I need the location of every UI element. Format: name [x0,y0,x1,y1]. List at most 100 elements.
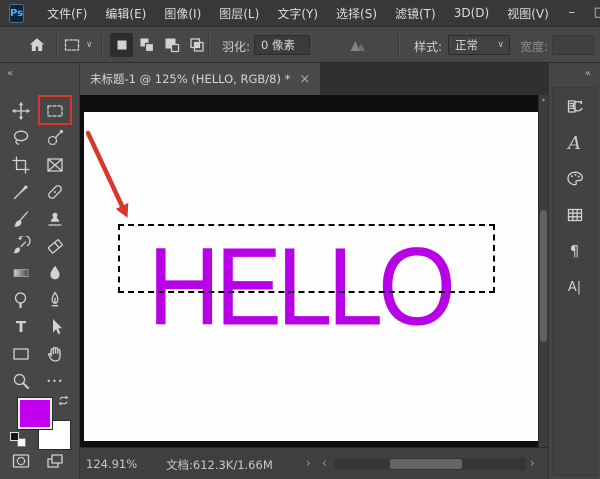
menu-image[interactable]: 图像(I) [155,5,210,22]
screen-mode-button[interactable] [42,449,68,473]
tool-preset-picker[interactable]: ∨ [62,35,93,55]
vertical-scrollbar-thumb[interactable] [540,210,547,342]
menu-view[interactable]: 视图(V) [498,5,558,22]
horizontal-scrollbar-thumb[interactable] [390,459,462,469]
edit-toolbar-button[interactable]: ••• [42,369,68,393]
marquee-icon [45,101,65,121]
eyedropper-icon [11,182,31,202]
zoom-level-field[interactable]: 124.91% [86,457,137,471]
menu-edit[interactable]: 编辑(E) [96,5,155,22]
toolbox-collapse-button[interactable]: « [7,68,14,79]
canvas-viewport: HELLO ▴ [80,95,548,447]
crop-tool[interactable] [8,153,34,177]
menu-type[interactable]: 文字(Y) [268,5,327,22]
eraser-icon [45,236,65,256]
menu-select[interactable]: 选择(S) [327,5,386,22]
style-select[interactable]: 正常 ∨ [448,35,510,55]
style-value: 正常 [455,36,478,54]
lasso-tool[interactable] [8,126,34,150]
scroll-left-icon[interactable]: ‹ [322,456,327,470]
photoshop-logo[interactable]: Ps [9,4,24,23]
feather-input[interactable]: 0 像素 [254,35,310,55]
anti-alias-button[interactable] [348,35,368,55]
eraser-tool[interactable] [42,234,68,258]
menu-filter[interactable]: 滤镜(T) [386,5,445,22]
options-bar: ∨ 羽化: 0 像素 样式: 正常 ∨ 宽度: [0,27,600,63]
width-input[interactable] [552,35,594,55]
document-tab[interactable]: 未标题-1 @ 125% (HELLO, RGB/8) * × [80,63,320,95]
dodge-icon [11,290,31,310]
add-to-selection-button[interactable] [135,33,158,57]
panel-color[interactable] [549,165,600,193]
horizontal-scrollbar[interactable] [334,458,526,470]
quick-selection-tool[interactable] [42,126,68,150]
brush-icon [11,209,31,229]
selection-mode-group [110,33,208,57]
default-colors-button[interactable] [10,432,26,447]
maximize-button[interactable]: □ [586,0,600,26]
window-controls: – □ × [558,0,600,26]
feather-label: 羽化: [222,38,250,55]
menu-file[interactable]: 文件(F) [38,5,96,22]
type-tool[interactable]: T [8,315,34,339]
home-button[interactable] [27,35,47,55]
history-brush-icon [11,236,31,256]
subtract-from-selection-button[interactable] [160,33,183,57]
brush-tool[interactable] [8,207,34,231]
chevron-down-icon: ∨ [86,40,93,50]
zoom-tool[interactable] [8,369,34,393]
menu-3d[interactable]: 3D(D) [445,6,498,20]
vertical-scrollbar[interactable]: ▴ [538,95,548,447]
status-expand-icon[interactable]: › [306,456,311,470]
gradient-icon [11,263,31,283]
tab-close-icon[interactable]: × [299,72,310,87]
chevron-down-icon: ∨ [497,36,504,54]
new-selection-button[interactable] [110,33,133,57]
anti-alias-icon [348,35,368,55]
add-selection-icon [137,35,157,55]
dock-collapse-button[interactable]: « [585,68,592,79]
home-icon [27,35,47,55]
pen-tool[interactable] [42,288,68,312]
selection-marquee [118,224,495,293]
move-tool[interactable] [8,99,34,123]
foreground-color-swatch[interactable] [18,398,52,429]
spot-healing-brush-tool[interactable] [42,180,68,204]
gradient-tool[interactable] [8,261,34,285]
path-selection-tool[interactable] [42,315,68,339]
panel-history[interactable] [549,93,600,121]
panel-glyphs[interactable]: A [549,129,600,157]
scroll-right-icon[interactable]: › [530,456,535,470]
hand-tool[interactable] [42,342,68,366]
rectangle-tool[interactable] [8,342,34,366]
intersect-selection-button[interactable] [185,33,208,57]
menu-layer[interactable]: 图层(L) [210,5,268,22]
divider [56,34,57,55]
frame-tool[interactable] [42,153,68,177]
intersect-selection-icon [187,35,207,55]
clone-stamp-tool[interactable] [42,207,68,231]
document-info[interactable]: 文档:612.3K/1.66M [166,457,273,473]
divider [208,34,209,55]
blur-tool[interactable] [42,261,68,285]
water-drop-icon [45,263,65,283]
canvas[interactable]: HELLO [84,112,538,441]
character-icon: A| [568,280,581,295]
history-panel-icon [565,97,585,117]
toolbox: « T [0,63,80,479]
panel-paragraph[interactable]: ¶ [549,237,600,265]
panel-swatches[interactable] [549,201,600,229]
paragraph-icon: ¶ [570,242,580,260]
scroll-up-icon[interactable]: ▴ [539,96,548,103]
rectangle-icon [11,344,31,364]
quick-mask-button[interactable] [8,449,34,473]
subtract-selection-icon [162,35,182,55]
panel-character[interactable]: A| [549,273,600,301]
dodge-tool[interactable] [8,288,34,312]
history-brush-tool[interactable] [8,234,34,258]
minimize-button[interactable]: – [558,0,586,26]
rectangular-marquee-tool[interactable] [42,99,68,123]
swap-colors-button[interactable] [57,394,70,407]
eyedropper-tool[interactable] [8,180,34,204]
selection-arrow-icon [45,317,65,337]
